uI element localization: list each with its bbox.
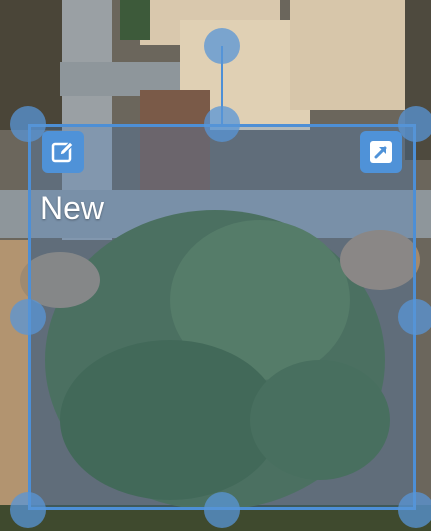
bottom-left-handle[interactable] [10, 492, 46, 528]
bottom-middle-handle[interactable] [204, 492, 240, 528]
rotate-handle[interactable] [204, 28, 240, 64]
selection-label: New [40, 190, 105, 226]
bottom-right-handle[interactable] [398, 492, 431, 528]
open-details-button[interactable] [360, 131, 402, 173]
edit-icon [51, 141, 74, 163]
expand-arrow-icon [370, 141, 392, 163]
middle-right-handle[interactable] [398, 299, 431, 335]
top-left-handle[interactable] [10, 106, 46, 142]
selection-polygon[interactable] [28, 124, 416, 510]
top-right-handle[interactable] [398, 106, 431, 142]
top-middle-handle[interactable] [204, 106, 240, 142]
edit-button[interactable] [42, 131, 84, 173]
map-editor-canvas[interactable]: New [0, 0, 431, 531]
middle-left-handle[interactable] [10, 299, 46, 335]
